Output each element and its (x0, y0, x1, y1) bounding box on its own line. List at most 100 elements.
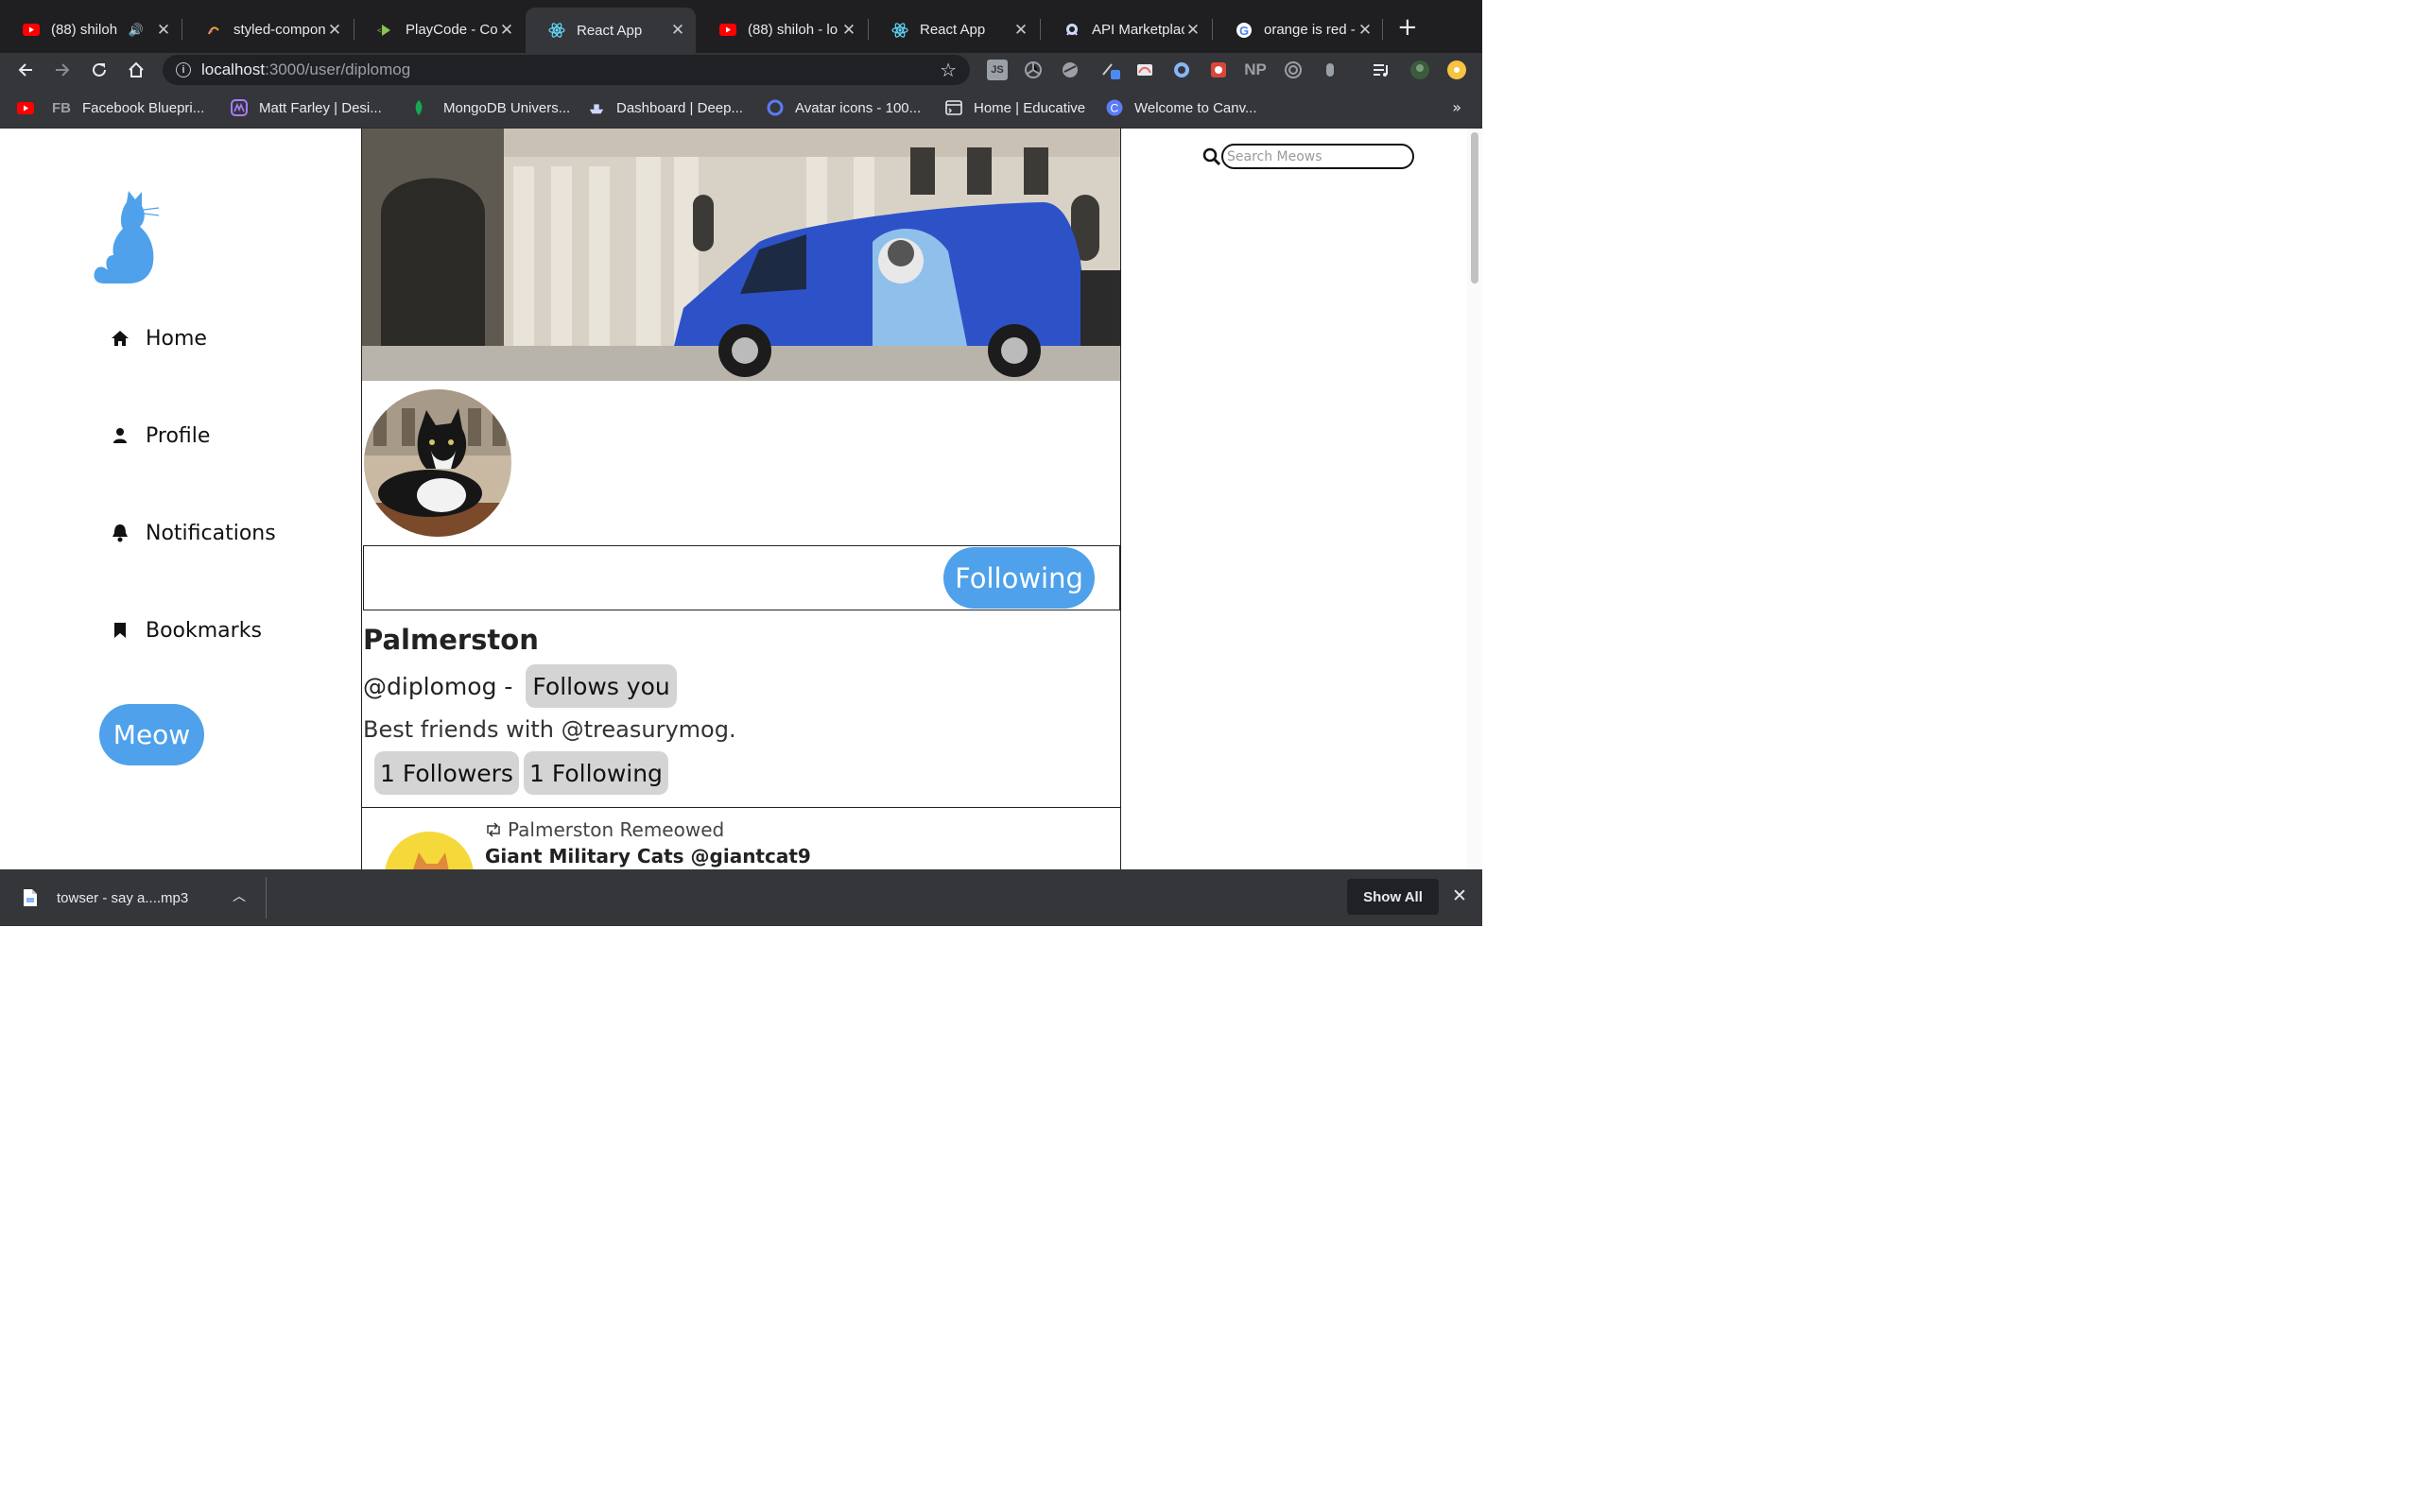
profile-avatar-icon[interactable] (1409, 60, 1430, 80)
tab-title: PlayCode - Co (406, 22, 498, 38)
tab-api-marketplace[interactable]: API Marketplac ✕ (1041, 9, 1211, 51)
close-icon[interactable]: ✕ (498, 21, 515, 40)
post-author-avatar[interactable] (385, 832, 474, 869)
new-tab-button[interactable]: + (1397, 13, 1418, 42)
svg-text:C: C (1111, 102, 1119, 115)
remeow-text: Palmerston Remeowed (508, 818, 725, 841)
styled-components-icon (205, 22, 222, 39)
back-button[interactable] (11, 55, 40, 85)
profile-name: Palmerston (363, 624, 539, 656)
downloads-divider (266, 877, 267, 919)
tab-playcode[interactable]: < PlayCode - Co ✕ (354, 9, 525, 51)
nav-label: Notifications (146, 521, 276, 545)
close-icon[interactable]: ✕ (1357, 21, 1374, 40)
address-bar[interactable]: i localhost:3000/user/diplomog ☆ (163, 55, 970, 85)
bookmark-label: Avatar icons - 100... (795, 99, 922, 116)
scrollbar-thumb[interactable] (1471, 132, 1478, 284)
bookmark-star-icon[interactable]: ☆ (940, 59, 957, 81)
bookmarks-bar: FB Facebook Bluepri... Matt Farley | Desi… (0, 87, 1482, 129)
playcode-icon: < (377, 22, 394, 39)
speaker-icon[interactable]: 🔊 (129, 23, 144, 38)
profile-action-bar: Following (363, 545, 1120, 610)
bookmark-facebook-blueprint[interactable]: FB Facebook Bluepri... (52, 97, 204, 118)
mongodb-leaf-icon (410, 99, 427, 116)
site-info-icon[interactable]: i (176, 62, 191, 77)
search-input[interactable] (1221, 144, 1414, 169)
nav-home[interactable]: Home (110, 319, 207, 357)
bookmark-educative[interactable]: Home | Educative (945, 97, 1085, 118)
tab-divider (1382, 19, 1383, 40)
eyedropper-extension-icon[interactable] (1100, 60, 1121, 80)
meow-post[interactable]: Palmerston Remeowed Giant Military Cats … (362, 808, 1120, 869)
url-text[interactable]: localhost:3000/user/diplomog (201, 60, 940, 79)
extension-icon[interactable] (1320, 60, 1340, 80)
tab-google-search[interactable]: G orange is red - ✕ (1213, 9, 1383, 51)
tab-title: API Marketplac (1092, 22, 1184, 38)
bookmark-matt-farley[interactable]: Matt Farley | Desi... (231, 97, 382, 118)
bookmark-canva[interactable]: C Welcome to Canv... (1106, 97, 1257, 118)
extension-icon[interactable] (1283, 60, 1304, 80)
tab-strip: (88) shiloh 🔊 ✕ styled-compon ✕ < PlayCo… (0, 0, 1482, 53)
extension-icon[interactable] (1134, 60, 1155, 80)
bookmark-youtube[interactable] (17, 97, 45, 118)
bookmark-label: Welcome to Canv... (1134, 99, 1257, 116)
nav-bookmarks[interactable]: Bookmarks (110, 611, 262, 649)
tab-youtube-2[interactable]: (88) shiloh - lo ✕ (697, 9, 867, 51)
js-extension-icon[interactable]: JS (987, 60, 1008, 80)
show-all-button[interactable]: Show All (1347, 879, 1439, 915)
profile-avatar[interactable] (364, 389, 511, 537)
nav-profile[interactable]: Profile (110, 417, 210, 455)
cat-logo-icon[interactable] (91, 189, 161, 287)
tab-youtube-1[interactable]: (88) shiloh 🔊 ✕ (0, 9, 182, 51)
youtube-icon (23, 22, 40, 39)
tab-react-app[interactable]: React App ✕ (869, 9, 1039, 51)
chevron-up-icon[interactable]: ︿ (233, 886, 246, 905)
nav-notifications[interactable]: Notifications (110, 514, 276, 552)
download-item[interactable]: towser - say a....mp3 (23, 883, 188, 913)
reload-button[interactable] (85, 55, 113, 85)
avatar-icons-icon (767, 99, 784, 116)
update-icon[interactable] (1446, 60, 1467, 80)
close-icon[interactable]: ✕ (1452, 885, 1467, 906)
bookmark-label: Facebook Bluepri... (82, 99, 205, 116)
deepnote-icon (588, 99, 605, 116)
follows-you-badge: Follows you (526, 664, 677, 708)
media-controls-icon[interactable] (1371, 60, 1392, 80)
audio-file-icon (23, 888, 38, 907)
close-icon[interactable]: ✕ (840, 21, 857, 40)
following-button[interactable]: Following (943, 547, 1095, 609)
extension-icon[interactable] (1023, 60, 1044, 80)
tab-title: React App (577, 22, 643, 39)
extension-icon[interactable] (1171, 60, 1192, 80)
np-extension-icon[interactable]: NP (1244, 60, 1267, 80)
profile-banner-image (362, 129, 1120, 381)
search-icon (1202, 147, 1221, 166)
user-icon (110, 425, 130, 446)
close-icon[interactable]: ✕ (1184, 21, 1201, 40)
extension-icon[interactable] (1208, 60, 1229, 80)
profile-bio: Best friends with @treasurymog. (363, 716, 736, 743)
bookmark-dashboard[interactable]: Dashboard | Deep... (588, 97, 743, 118)
forward-button[interactable] (48, 55, 77, 85)
nav-label: Home (146, 326, 207, 351)
following-count-button[interactable]: 1 Following (524, 751, 668, 795)
meow-button[interactable]: Meow (99, 704, 204, 765)
close-icon[interactable]: ✕ (326, 21, 343, 40)
close-icon[interactable]: ✕ (1012, 21, 1029, 40)
bookmark-avatar-icons[interactable]: Avatar icons - 100... (767, 97, 921, 118)
bookmark-mongodb[interactable]: MongoDB Univers... (410, 97, 570, 118)
extension-icon[interactable] (1060, 60, 1080, 80)
matt-farley-icon (231, 99, 248, 116)
page-scrollbar[interactable] (1467, 129, 1482, 869)
svg-text:G: G (1239, 24, 1249, 38)
close-icon[interactable]: ✕ (155, 21, 172, 40)
tab-react-app-active[interactable]: React App ✕ (526, 8, 696, 53)
tab-styled-components[interactable]: styled-compon ✕ (182, 9, 353, 51)
profile-info: Palmerston @diplomog - Follows you Best … (362, 610, 1120, 808)
close-icon[interactable]: ✕ (669, 21, 686, 40)
more-bookmarks-chevron-icon[interactable]: » (1452, 98, 1461, 116)
post-author[interactable]: Giant Military Cats @giantcat9 (485, 845, 811, 868)
home-button[interactable] (122, 55, 150, 85)
followers-button[interactable]: 1 Followers (374, 751, 519, 795)
google-icon: G (1236, 22, 1253, 39)
